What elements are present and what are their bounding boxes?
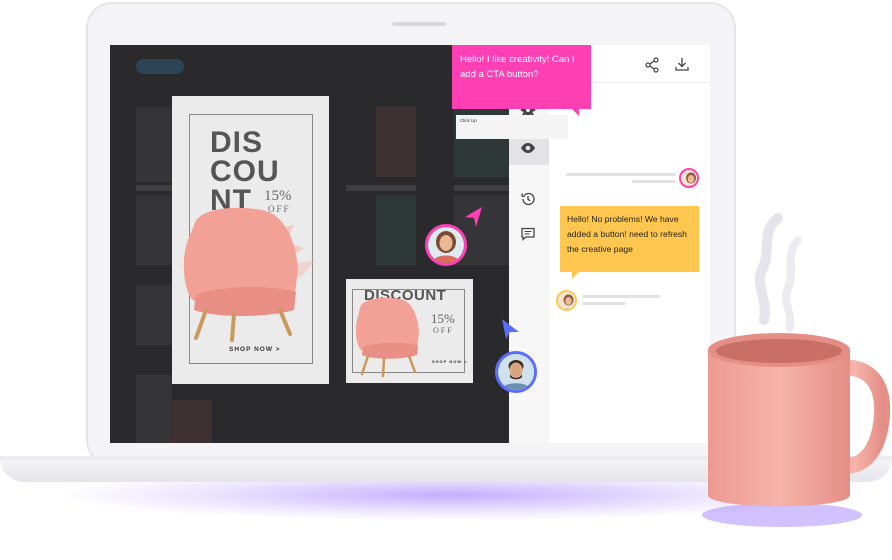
history-icon[interactable] [519, 190, 537, 208]
text-placeholder [582, 302, 626, 305]
viewing-options-label: Viewing options [454, 142, 503, 149]
coffee-mug-image [700, 210, 891, 530]
comment-icon[interactable] [519, 225, 537, 243]
template-tile[interactable] [136, 195, 172, 265]
template-tile[interactable] [136, 285, 172, 345]
template-tile[interactable] [136, 375, 172, 443]
upload-button[interactable] [136, 59, 184, 74]
text-placeholder [566, 173, 676, 176]
ad-headline-line2: COU [210, 155, 280, 188]
template-tile[interactable] [170, 400, 212, 443]
text-placeholder [582, 295, 660, 298]
chat-message-yellow: Hello! No problems! We have added a butt… [560, 206, 699, 279]
shop-now-button[interactable]: SHOP NOW > [432, 359, 468, 364]
user-avatar [556, 290, 577, 311]
chat-message-text: Hello! I like creativity! Can I add a CT… [460, 54, 575, 80]
collaborator-avatar-woman [425, 224, 467, 266]
collaborator-avatar-man [495, 351, 537, 393]
tile-label [346, 185, 416, 191]
chat-message-text: Hello! No problems! We have added a butt… [567, 214, 687, 254]
chat-message-pink: Hello! I like creativity! Can I add a CT… [452, 45, 591, 116]
template-tile[interactable] [376, 107, 416, 177]
ad-off-label: OFF [433, 326, 454, 335]
text-placeholder [632, 180, 676, 183]
cta-preview: Click Up [456, 115, 568, 139]
tile-label [136, 185, 172, 191]
blue-cursor-icon [499, 318, 521, 345]
pink-cursor-icon [462, 206, 484, 233]
armchair-image [176, 200, 326, 350]
download-icon[interactable] [673, 56, 691, 72]
template-tile[interactable] [136, 107, 172, 182]
ad-headline-line1: DIS [210, 126, 264, 159]
user-avatar [679, 168, 699, 188]
camera-notch [392, 22, 446, 26]
ad-percent: 15% [431, 311, 455, 326]
armchair-image-small [352, 294, 434, 380]
template-tile[interactable] [376, 195, 416, 265]
cta-preview-label: Click Up [460, 118, 477, 123]
eye-icon[interactable] [519, 139, 537, 157]
share-icon[interactable] [643, 57, 661, 73]
tile-label [454, 185, 509, 191]
